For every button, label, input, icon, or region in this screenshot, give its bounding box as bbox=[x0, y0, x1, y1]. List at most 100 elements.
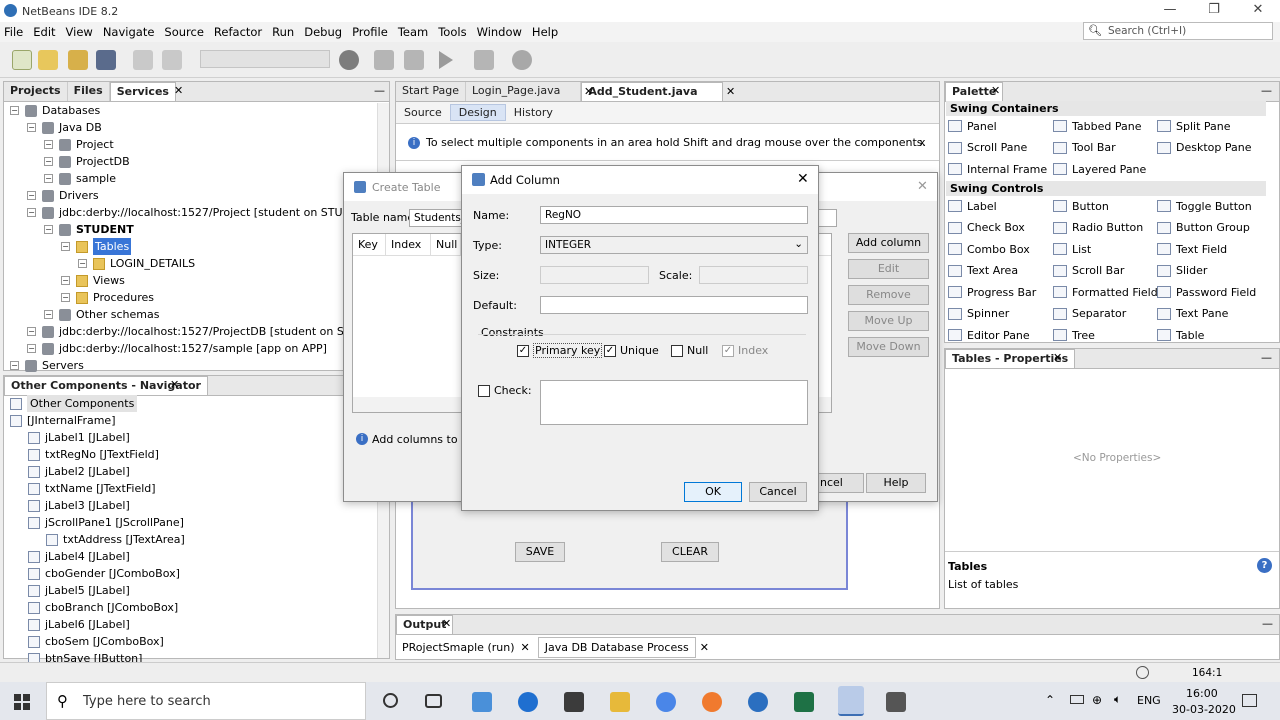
save-form-button[interactable]: SAVE bbox=[515, 542, 565, 562]
expand-toggle-icon[interactable]: − bbox=[10, 106, 19, 115]
cortana-icon[interactable] bbox=[383, 693, 398, 708]
tab-history[interactable]: History bbox=[506, 106, 561, 119]
navigator-item[interactable]: cboBranch [JComboBox] bbox=[28, 599, 178, 616]
language-indicator[interactable]: ENG bbox=[1137, 694, 1161, 707]
menu-run[interactable]: Run bbox=[268, 25, 300, 39]
menu-profile[interactable]: Profile bbox=[348, 25, 394, 39]
excel-icon[interactable] bbox=[794, 692, 814, 712]
menu-view[interactable]: View bbox=[62, 25, 99, 39]
tab-login-page[interactable]: Login_Page.java bbox=[466, 82, 582, 101]
default-input[interactable] bbox=[540, 296, 808, 314]
close-icon[interactable]: x bbox=[919, 136, 926, 149]
menu-navigate[interactable]: Navigate bbox=[99, 25, 161, 39]
menu-edit[interactable]: Edit bbox=[29, 25, 61, 39]
navigator-item[interactable]: jLabel4 [JLabel] bbox=[28, 548, 130, 565]
mail-icon[interactable] bbox=[564, 692, 584, 712]
expand-toggle-icon[interactable]: − bbox=[27, 327, 36, 336]
tree-item[interactable]: − Java DB bbox=[27, 119, 102, 136]
palette-item[interactable]: Slider bbox=[1157, 262, 1207, 280]
navigator-item[interactable]: jLabel2 [JLabel] bbox=[28, 463, 130, 480]
undo-icon[interactable] bbox=[133, 50, 153, 70]
palette-item[interactable]: List bbox=[1053, 240, 1091, 258]
palette-item[interactable]: Text Field bbox=[1157, 240, 1227, 258]
tab-services[interactable]: Services bbox=[109, 82, 176, 101]
open-project-icon[interactable] bbox=[68, 50, 88, 70]
tab-db-process[interactable]: Java DB Database Process bbox=[537, 636, 696, 658]
globe-icon[interactable] bbox=[339, 50, 359, 70]
check-checkbox[interactable]: Check: bbox=[478, 384, 532, 397]
file-explorer-icon[interactable] bbox=[610, 692, 630, 712]
palette-item[interactable]: Check Box bbox=[948, 219, 1025, 237]
palette-item[interactable]: Internal Frame bbox=[948, 160, 1047, 178]
expand-toggle-icon[interactable]: − bbox=[61, 276, 70, 285]
tab-design[interactable]: Design bbox=[449, 104, 506, 121]
tree-item[interactable]: − Drivers bbox=[27, 187, 99, 204]
tab-start-page[interactable]: Start Page bbox=[396, 82, 466, 101]
battery-icon[interactable] bbox=[1070, 695, 1084, 704]
close-icon[interactable]: ✕ bbox=[991, 84, 1000, 97]
maximize-button[interactable]: ❐ bbox=[1204, 2, 1224, 17]
palette-item[interactable]: Text Pane bbox=[1157, 305, 1228, 323]
expand-toggle-icon[interactable]: − bbox=[27, 344, 36, 353]
navigator-item[interactable]: jLabel1 [JLabel] bbox=[28, 429, 130, 446]
minimize-panel-icon[interactable]: — bbox=[374, 84, 385, 97]
config-dropdown[interactable] bbox=[200, 50, 330, 68]
navigator-item[interactable]: [JInternalFrame] bbox=[10, 412, 116, 429]
navigator-item[interactable]: cboSem [JComboBox] bbox=[28, 633, 164, 650]
add-column-button[interactable]: Add column bbox=[848, 233, 929, 253]
palette-item[interactable]: Desktop Pane bbox=[1157, 139, 1251, 157]
tree-item[interactable]: − STUDENT bbox=[44, 221, 134, 238]
navigator-item[interactable]: jScrollPane1 [JScrollPane] bbox=[28, 514, 184, 531]
null-checkbox[interactable]: Null bbox=[671, 344, 708, 357]
column-header[interactable]: Index bbox=[386, 234, 431, 255]
build-icon[interactable] bbox=[374, 50, 394, 70]
expand-toggle-icon[interactable]: − bbox=[61, 293, 70, 302]
chrome-icon[interactable] bbox=[656, 692, 676, 712]
check-textarea[interactable] bbox=[540, 380, 808, 425]
navigator-item[interactable]: txtName [JTextField] bbox=[28, 480, 156, 497]
search-input[interactable]: Search (Ctrl+I) bbox=[1083, 22, 1273, 40]
palette-item[interactable]: Editor Pane bbox=[948, 326, 1030, 344]
close-icon[interactable]: ✕ bbox=[170, 378, 179, 391]
menu-help[interactable]: Help bbox=[528, 25, 564, 39]
clear-form-button[interactable]: CLEAR bbox=[661, 542, 719, 562]
minimize-panel-icon[interactable]: — bbox=[1261, 351, 1272, 364]
menu-debug[interactable]: Debug bbox=[300, 25, 348, 39]
screen-recorder-icon[interactable] bbox=[886, 692, 906, 712]
palette-item[interactable]: Progress Bar bbox=[948, 283, 1036, 301]
navigator-item[interactable]: txtRegNo [JTextField] bbox=[28, 446, 159, 463]
cancel-button[interactable]: Cancel bbox=[749, 482, 807, 502]
expand-toggle-icon[interactable]: − bbox=[44, 310, 53, 319]
expand-toggle-icon[interactable]: − bbox=[44, 140, 53, 149]
palette-item[interactable]: Text Area bbox=[948, 262, 1018, 280]
expand-toggle-icon[interactable]: − bbox=[10, 361, 19, 370]
minimize-button[interactable]: — bbox=[1160, 2, 1180, 17]
create-table-cancel-button[interactable]: ncel bbox=[816, 473, 864, 493]
palette-item[interactable]: Toggle Button bbox=[1157, 197, 1252, 215]
firefox-icon[interactable] bbox=[702, 692, 722, 712]
close-icon[interactable]: ✕ bbox=[442, 617, 451, 630]
clock-time[interactable]: 16:00 bbox=[1186, 687, 1218, 700]
navigator-item[interactable]: txtAddress [JTextArea] bbox=[46, 531, 185, 548]
menu-team[interactable]: Team bbox=[394, 25, 434, 39]
palette-item[interactable]: Combo Box bbox=[948, 240, 1030, 258]
move-down-button[interactable]: Move Down bbox=[848, 337, 929, 357]
close-icon[interactable]: ✕ bbox=[521, 641, 538, 654]
primary-key-checkbox[interactable]: ✓ Primary key bbox=[517, 343, 603, 358]
tree-item[interactable]: − Tables bbox=[61, 238, 132, 255]
volume-icon[interactable]: 🔈︎ bbox=[1114, 692, 1121, 707]
navigator-item[interactable]: jLabel5 [JLabel] bbox=[28, 582, 130, 599]
close-icon[interactable]: ✕ bbox=[696, 641, 709, 654]
tree-item[interactable]: − ProjectDB bbox=[44, 153, 130, 170]
close-icon[interactable]: ✕ bbox=[1053, 351, 1062, 364]
debug-icon[interactable] bbox=[474, 50, 494, 70]
new-project-icon[interactable] bbox=[38, 50, 58, 70]
palette-item[interactable]: Table bbox=[1157, 326, 1204, 344]
expand-toggle-icon[interactable]: − bbox=[27, 208, 36, 217]
redo-icon[interactable] bbox=[162, 50, 182, 70]
tree-item[interactable]: − LOGIN_DETAILS bbox=[78, 255, 195, 272]
tab-run-output[interactable]: PRojectSmaple (run) bbox=[396, 641, 521, 654]
eclipse-icon[interactable] bbox=[748, 692, 768, 712]
minimize-panel-icon[interactable]: — bbox=[1262, 617, 1273, 630]
name-input[interactable]: RegNO bbox=[540, 206, 808, 224]
